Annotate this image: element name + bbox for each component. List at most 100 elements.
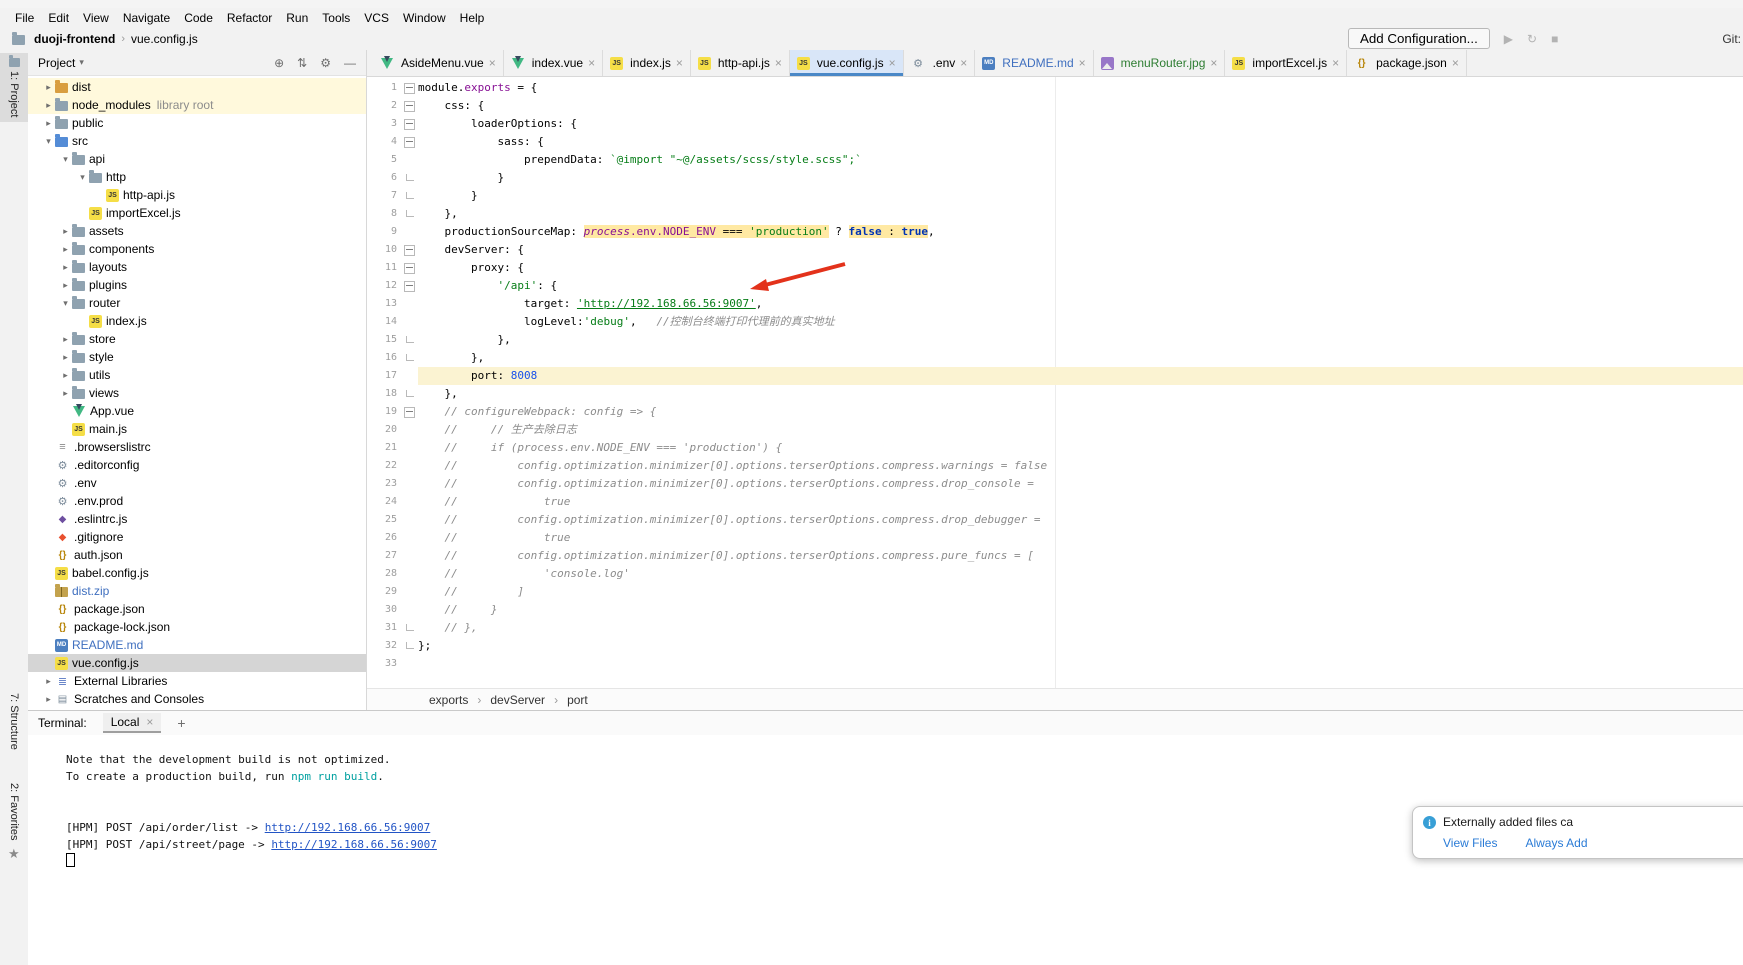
- menu-refactor[interactable]: Refactor: [220, 11, 279, 25]
- menu-help[interactable]: Help: [453, 11, 492, 25]
- tool-button-structure[interactable]: 7: Structure: [0, 688, 28, 755]
- tree-item-package.json[interactable]: {}package.json: [28, 600, 366, 618]
- breadcrumb-devServer[interactable]: devServer: [490, 693, 545, 707]
- menu-tools[interactable]: Tools: [315, 11, 357, 25]
- locate-file-icon[interactable]: ⊕: [274, 56, 284, 70]
- chevron-closed-icon[interactable]: ▸: [59, 280, 72, 291]
- code-line[interactable]: 18 },: [367, 385, 1743, 403]
- code-line[interactable]: 30 // }: [367, 601, 1743, 619]
- code-line[interactable]: 31 // },: [367, 619, 1743, 637]
- code-line[interactable]: 29 // ]: [367, 583, 1743, 601]
- tool-button-project[interactable]: 1: Project: [0, 53, 28, 122]
- fold-end-icon[interactable]: [406, 336, 414, 343]
- tree-item-public[interactable]: ▸public: [28, 114, 366, 132]
- tree-item-api[interactable]: ▾api: [28, 150, 366, 168]
- code-line[interactable]: 24 // true: [367, 493, 1743, 511]
- tree-item-.editorconfig[interactable]: ⚙.editorconfig: [28, 456, 366, 474]
- tree-item-.browserslistrc[interactable]: ≡.browserslistrc: [28, 438, 366, 456]
- refresh-icon[interactable]: ↻: [1527, 32, 1537, 46]
- editor-tab-AsideMenu.vue[interactable]: AsideMenu.vue×: [373, 50, 504, 76]
- tree-item-main.js[interactable]: JSmain.js: [28, 420, 366, 438]
- code-line[interactable]: 16 },: [367, 349, 1743, 367]
- close-icon[interactable]: ×: [889, 56, 896, 70]
- fold-collapse-icon[interactable]: [404, 83, 415, 94]
- tree-item-index.js[interactable]: JSindex.js: [28, 312, 366, 330]
- fold-collapse-icon[interactable]: [404, 119, 415, 130]
- code-line[interactable]: 4 sass: {: [367, 133, 1743, 151]
- tree-item-dist[interactable]: ▸dist: [28, 78, 366, 96]
- close-icon[interactable]: ×: [588, 56, 595, 70]
- code-line[interactable]: 11 proxy: {: [367, 259, 1743, 277]
- close-icon[interactable]: ×: [1452, 56, 1459, 70]
- code-line[interactable]: 33: [367, 655, 1743, 673]
- code-line[interactable]: 20 // // 生产去除日志: [367, 421, 1743, 439]
- chevron-closed-icon[interactable]: ▸: [59, 352, 72, 363]
- menu-navigate[interactable]: Navigate: [116, 11, 177, 25]
- breadcrumb-file[interactable]: vue.config.js: [131, 32, 198, 46]
- tree-item-vue.config.js[interactable]: JSvue.config.js: [28, 654, 366, 672]
- chevron-down-icon[interactable]: ▾: [79, 57, 84, 68]
- code-line[interactable]: 5 prependData: `@import "~@/assets/scss/…: [367, 151, 1743, 169]
- tool-button-favorites[interactable]: 2: Favorites: [0, 778, 28, 845]
- close-icon[interactable]: ×: [489, 56, 496, 70]
- terminal-link[interactable]: http://192.168.66.56:9007: [265, 821, 431, 834]
- code-line[interactable]: 12 '/api': {: [367, 277, 1743, 295]
- tree-item-.gitignore[interactable]: ◆.gitignore: [28, 528, 366, 546]
- close-icon[interactable]: ×: [1332, 56, 1339, 70]
- close-icon[interactable]: ×: [1079, 56, 1086, 70]
- tree-item-README.md[interactable]: MDREADME.md: [28, 636, 366, 654]
- chevron-closed-icon[interactable]: ▸: [42, 118, 55, 129]
- chevron-closed-icon[interactable]: ▸: [42, 694, 55, 705]
- terminal-link[interactable]: http://192.168.66.56:9007: [271, 838, 437, 851]
- code-line[interactable]: 2 css: {: [367, 97, 1743, 115]
- breadcrumb-project[interactable]: duoji-frontend: [34, 32, 115, 46]
- fold-collapse-icon[interactable]: [404, 101, 415, 112]
- tree-item-App.vue[interactable]: App.vue: [28, 402, 366, 420]
- code-line[interactable]: 25 // config.optimization.minimizer[0].o…: [367, 511, 1743, 529]
- editor-tab-vue.config.js[interactable]: JSvue.config.js×: [790, 50, 904, 76]
- tree-item-store[interactable]: ▸store: [28, 330, 366, 348]
- chevron-closed-icon[interactable]: ▸: [42, 676, 55, 687]
- code-line[interactable]: 1module.exports = {: [367, 79, 1743, 97]
- collapse-all-icon[interactable]: ⇅: [297, 56, 307, 70]
- tree-item-router[interactable]: ▾router: [28, 294, 366, 312]
- tree-item-http-api.js[interactable]: JShttp-api.js: [28, 186, 366, 204]
- chevron-closed-icon[interactable]: ▸: [59, 226, 72, 237]
- menu-code[interactable]: Code: [177, 11, 220, 25]
- code-line[interactable]: 13 target: 'http://192.168.66.56:9007',: [367, 295, 1743, 313]
- chevron-open-icon[interactable]: ▾: [59, 154, 72, 165]
- editor-tab-index.vue[interactable]: index.vue×: [504, 50, 603, 76]
- code-line[interactable]: 21 // if (process.env.NODE_ENV === 'prod…: [367, 439, 1743, 457]
- tree-item-dist.zip[interactable]: dist.zip: [28, 582, 366, 600]
- menu-window[interactable]: Window: [396, 11, 453, 25]
- fold-end-icon[interactable]: [406, 642, 414, 649]
- menu-file[interactable]: File: [8, 11, 41, 25]
- fold-collapse-icon[interactable]: [404, 137, 415, 148]
- code-line[interactable]: 17 port: 8008: [367, 367, 1743, 385]
- fold-collapse-icon[interactable]: [404, 281, 415, 292]
- run-icon[interactable]: ▶: [1504, 32, 1513, 46]
- menu-view[interactable]: View: [76, 11, 116, 25]
- tree-item-Scratches and Consoles[interactable]: ▸▤Scratches and Consoles: [28, 690, 366, 708]
- close-icon[interactable]: ×: [676, 56, 683, 70]
- editor-tab-index.js[interactable]: JSindex.js×: [603, 50, 691, 76]
- tree-item-layouts[interactable]: ▸layouts: [28, 258, 366, 276]
- code-line[interactable]: 23 // config.optimization.minimizer[0].o…: [367, 475, 1743, 493]
- close-icon[interactable]: ×: [960, 56, 967, 70]
- code-line[interactable]: 32};: [367, 637, 1743, 655]
- notification-link-always-add[interactable]: Always Add: [1525, 836, 1587, 850]
- chevron-open-icon[interactable]: ▾: [76, 172, 89, 183]
- tree-item-style[interactable]: ▸style: [28, 348, 366, 366]
- project-panel-title[interactable]: Project: [38, 56, 75, 70]
- code-line[interactable]: 14 logLevel:'debug', //控制台终端打印代理前的真实地址: [367, 313, 1743, 331]
- close-icon[interactable]: ×: [146, 715, 153, 729]
- fold-collapse-icon[interactable]: [404, 263, 415, 274]
- code-line[interactable]: 19 // configureWebpack: config => {: [367, 403, 1743, 421]
- chevron-closed-icon[interactable]: ▸: [59, 388, 72, 399]
- breadcrumb-port[interactable]: port: [567, 693, 588, 707]
- tree-item-plugins[interactable]: ▸plugins: [28, 276, 366, 294]
- menu-run[interactable]: Run: [279, 11, 315, 25]
- chevron-open-icon[interactable]: ▾: [42, 136, 55, 147]
- fold-end-icon[interactable]: [406, 354, 414, 361]
- tree-item-views[interactable]: ▸views: [28, 384, 366, 402]
